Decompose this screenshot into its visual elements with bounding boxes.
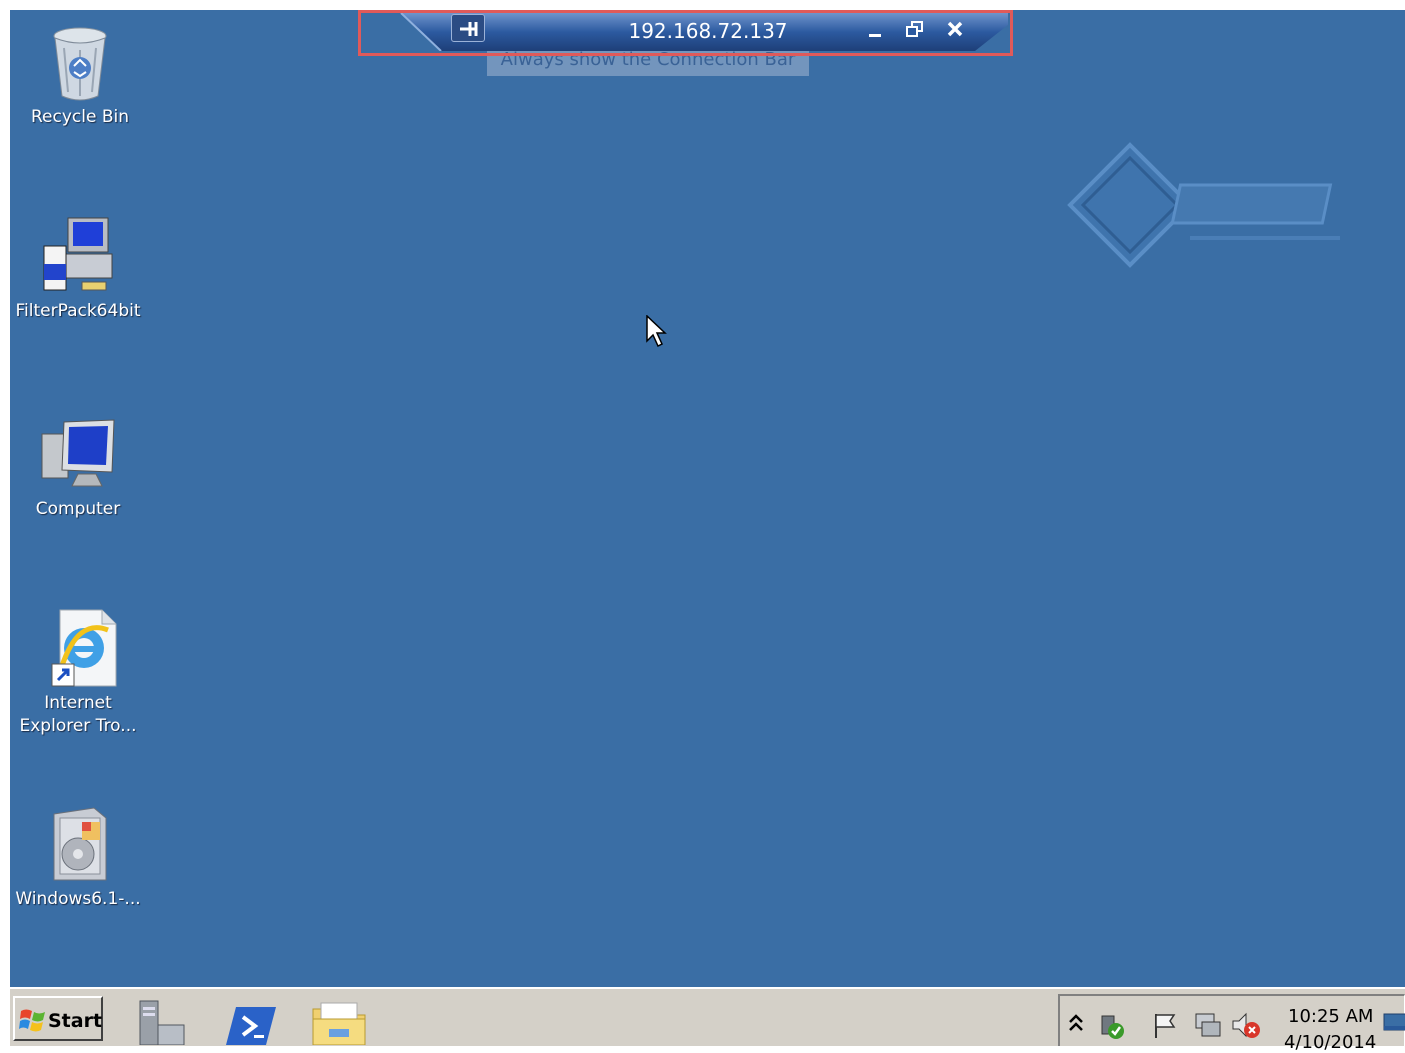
desktop-icon-windows-package[interactable]: Windows6.1-... bbox=[10, 804, 148, 911]
desktop-icon-internet-explorer[interactable]: Internet Explorer Tro... bbox=[10, 608, 148, 738]
clock-date[interactable]: 4/10/2014 bbox=[1284, 1032, 1376, 1053]
recycle-bin-icon bbox=[40, 22, 120, 102]
desktop-icon-label: Recycle Bin bbox=[30, 107, 129, 127]
connection-bar-highlight-box bbox=[358, 10, 1013, 56]
network-check-icon[interactable] bbox=[1096, 1010, 1124, 1039]
brand-watermark-logo bbox=[1060, 140, 1350, 275]
chevron-up-icon bbox=[1069, 1014, 1083, 1031]
desktop-icon-label: Internet Explorer Tro... bbox=[19, 693, 137, 736]
clock-time[interactable]: 10:25 AM bbox=[1288, 1006, 1373, 1027]
explorer-folder-icon[interactable] bbox=[311, 999, 366, 1046]
start-button[interactable]: Start bbox=[13, 996, 103, 1041]
desktop-icon-recycle-bin[interactable]: Recycle Bin bbox=[10, 22, 150, 129]
desktop-icon-filterpack[interactable]: FilterPack64bit bbox=[10, 216, 148, 323]
desktop-icon-label: FilterPack64bit bbox=[15, 301, 141, 321]
server-manager-icon[interactable] bbox=[136, 999, 188, 1046]
desktop-icon-label: Windows6.1-... bbox=[15, 889, 141, 909]
volume-muted-icon[interactable] bbox=[1230, 1010, 1260, 1038]
desktop-icon-computer[interactable]: Computer bbox=[10, 414, 148, 521]
network-icon[interactable] bbox=[1192, 1010, 1221, 1038]
windows-logo-icon bbox=[19, 1009, 45, 1032]
system-tray: 10:25 AM 4/10/2014 bbox=[1058, 994, 1405, 1053]
desktop-icon-label: Computer bbox=[35, 499, 121, 519]
windows-update-package-icon bbox=[38, 804, 118, 884]
show-desktop-icon[interactable] bbox=[1382, 1010, 1405, 1034]
show-hidden-icons-button[interactable] bbox=[1066, 1010, 1094, 1038]
installer-icon bbox=[38, 216, 118, 296]
powershell-icon[interactable] bbox=[226, 999, 278, 1045]
internet-explorer-icon bbox=[38, 608, 118, 688]
computer-icon bbox=[38, 414, 118, 494]
taskbar: Start 10:25 AM 4/10/2014 bbox=[10, 987, 1405, 1053]
mouse-pointer-icon bbox=[646, 314, 668, 353]
desktop: Recycle Bin FilterPack64bit Computer Int… bbox=[10, 10, 1405, 987]
start-label: Start bbox=[48, 1010, 103, 1032]
action-center-flag-icon[interactable] bbox=[1150, 1010, 1178, 1038]
